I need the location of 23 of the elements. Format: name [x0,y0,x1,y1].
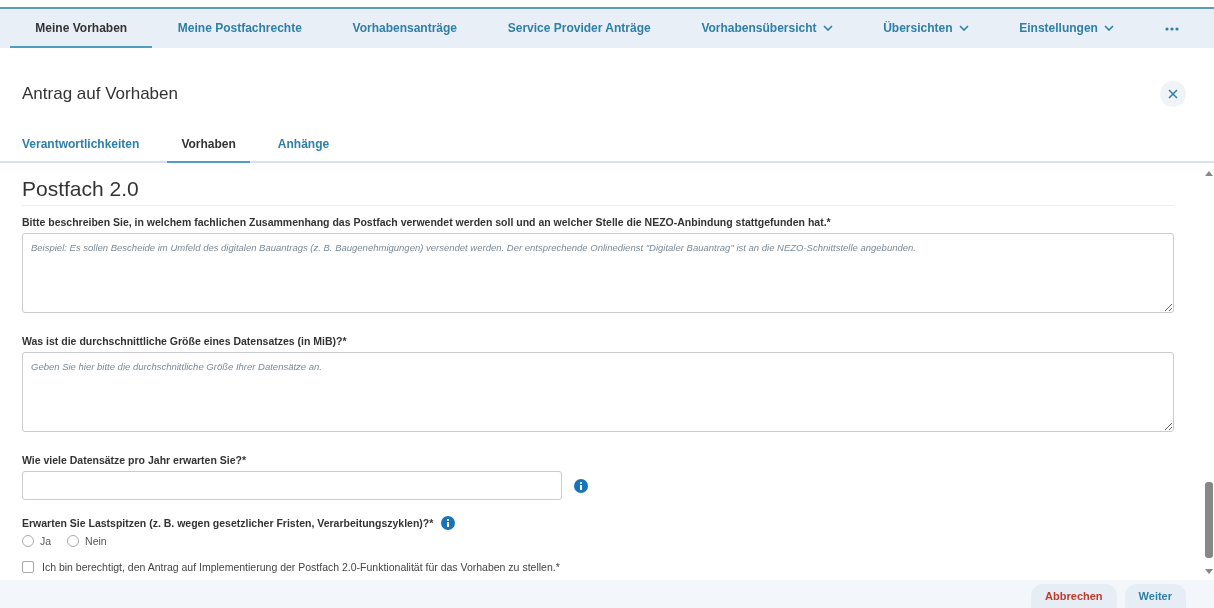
nav-tab[interactable]: Meine Postfachrechte [152,9,328,48]
radio-label: Nein [85,535,107,547]
dialog-title: Antrag auf Vorhaben [22,84,178,104]
tab[interactable]: Anhänge [263,128,344,163]
field-label: Bitte beschreiben Sie, in welchem fachlichen Zusammenhang das Postfach verwendet werden soll und an welcher Stelle die NEZO-Anbindung stattgefunden hat.* [22,216,831,228]
field-label: Erwarten Sie Lastspitzen (z. B. wegen gesetzlicher Fristen, Verarbeitungszyklen)?* [22,517,434,529]
field-label: Was ist die durchschnittliche Größe eines Datensatzes (in MiB)?* [22,335,347,347]
cancel-button[interactable]: Abbrechen [1031,584,1117,608]
nav-tab[interactable]: Vorhabensanträge [327,9,483,48]
checkbox-label: Ich bin berechtigt, den Antrag auf Implementierung der Postfach 2.0-Funktionalität für das Vorhaben zu stellen.* [42,561,560,573]
tab[interactable]: Verantwortlichkeiten [8,128,154,163]
next-button[interactable]: Weiter [1124,584,1186,608]
tab[interactable]: Vorhaben [167,128,250,163]
nav-tab[interactable]: Service Provider Anträge [482,9,677,48]
nav-tab[interactable]: Vorhabensübersicht [676,9,858,48]
text-area[interactable]: Beispiel: Es sollen Bescheide im Umfeld des digitalen Bauantrags (z. B. Baugenehmigungen) versendet werden. Der entsprechende Onlinedienst "Digitaler Bauantrag" ist an die NEZO-Schnittstelle angebunden. [22,233,1174,313]
field-label: Wie viele Datensätze pro Jahr erwarten Sie?* [22,454,246,466]
nav-tab[interactable]: Übersichten [857,9,994,48]
section-title: Postfach 2.0 [22,177,1174,206]
radio-label: Ja [40,535,52,547]
nav-tab[interactable]: Einstellungen [993,9,1140,48]
nav-tab[interactable]: Meine Vorhaben [10,9,153,48]
text-area[interactable]: Geben Sie hier bitte die durchschnittliche Größe Ihrer Datensätze an. [22,352,1174,432]
